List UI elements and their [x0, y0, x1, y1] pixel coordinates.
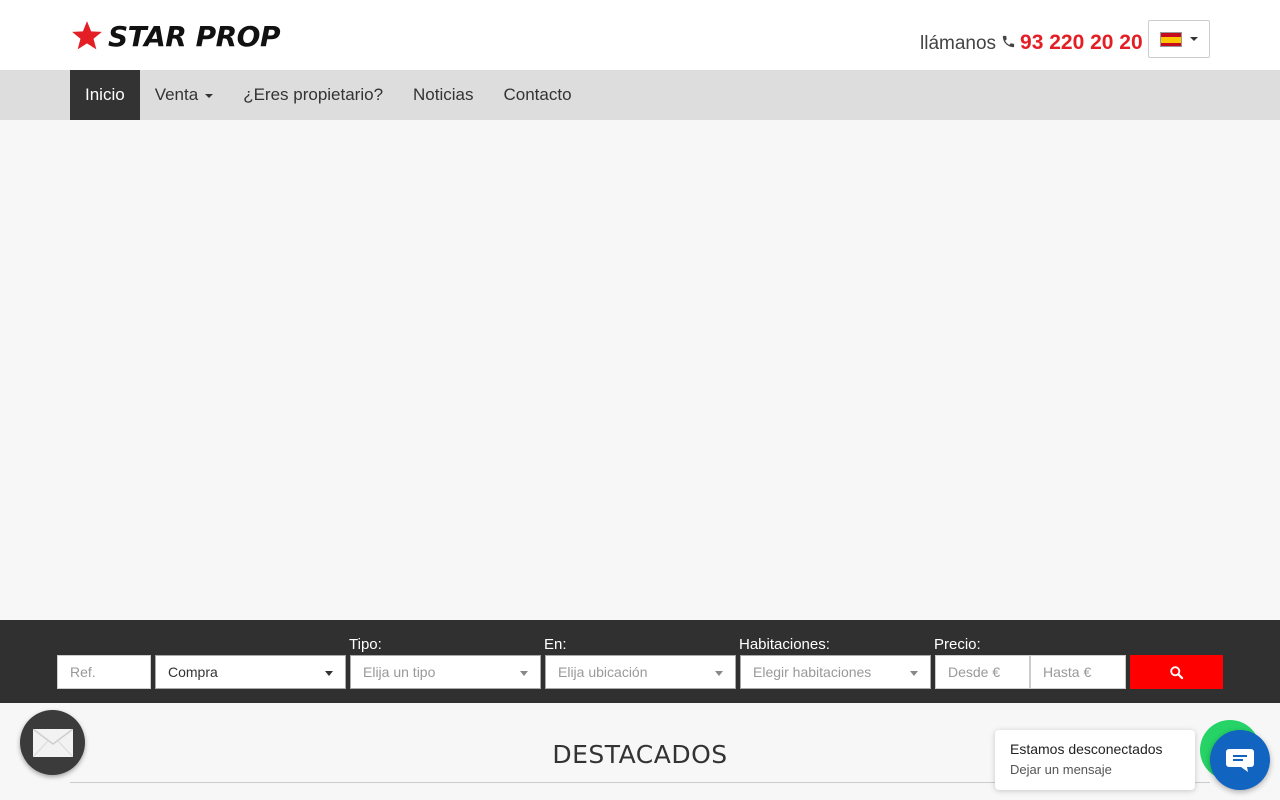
hero-area [0, 120, 1280, 620]
price-from-input[interactable]: Desde € [935, 655, 1030, 689]
chat-status: Estamos desconectados [1010, 741, 1163, 757]
operation-value: Compra [168, 664, 218, 680]
phone-icon [1002, 35, 1015, 48]
caret-down-icon [325, 671, 333, 676]
price-from-placeholder: Desde € [948, 664, 1001, 680]
precio-label: Precio: [934, 636, 981, 653]
nav-item-label: Inicio [85, 85, 125, 104]
nav-item-label: Venta [154, 85, 199, 104]
chat-popup[interactable]: Estamos desconectados Dejar un mensaje [995, 730, 1195, 790]
caret-down-icon [910, 671, 918, 676]
price-to-placeholder: Hasta € [1043, 664, 1092, 680]
logo-text: STAR PROP [108, 19, 280, 53]
site-logo[interactable]: STAR PROP [70, 18, 280, 54]
nav-item-label: Noticias [413, 85, 474, 104]
chevron-down-icon [1190, 37, 1198, 41]
rooms-select[interactable]: Elegir habitaciones [740, 655, 931, 689]
search-button[interactable] [1130, 655, 1223, 689]
call-info: llámanos 93 220 20 20 [920, 31, 1143, 55]
search-icon [1170, 665, 1184, 679]
top-header: STAR PROP llámanos 93 220 20 20 [0, 0, 1280, 70]
language-selector[interactable] [1148, 20, 1210, 58]
location-select[interactable]: Elija ubicación [545, 655, 736, 689]
contact-mail-button[interactable] [20, 710, 85, 775]
spain-flag-icon [1160, 31, 1182, 47]
operation-select[interactable]: Compra [155, 655, 346, 689]
caret-down-icon [520, 671, 528, 676]
chat-icon [1226, 749, 1254, 772]
caret-down-icon [715, 671, 723, 676]
nav-item-venta[interactable]: Venta [140, 70, 229, 120]
nav-item-label: ¿Eres propietario? [243, 85, 384, 104]
location-placeholder: Elija ubicación [558, 664, 648, 680]
nav-item-label: Contacto [503, 85, 572, 104]
chat-subtitle: Dejar un mensaje [1010, 762, 1112, 777]
call-label: llámanos [920, 33, 997, 54]
main-navbar: Inicio Venta ¿Eres propietario? Noticias… [0, 70, 1280, 120]
habitaciones-label: Habitaciones: [739, 636, 830, 653]
ref-input[interactable]: Ref. [57, 655, 151, 689]
nav-item-contacto[interactable]: Contacto [489, 70, 587, 120]
tipo-label: Tipo: [349, 636, 382, 653]
caret-down-icon [205, 94, 214, 98]
mail-icon [32, 728, 73, 757]
nav-item-noticias[interactable]: Noticias [398, 70, 488, 120]
nav-item-propietario[interactable]: ¿Eres propietario? [228, 70, 398, 120]
ref-placeholder: Ref. [70, 664, 96, 680]
chat-button[interactable] [1210, 730, 1270, 790]
phone-number[interactable]: 93 220 20 20 [1020, 31, 1143, 55]
star-icon [72, 21, 102, 50]
price-to-input[interactable]: Hasta € [1030, 655, 1126, 689]
nav-item-inicio[interactable]: Inicio [70, 70, 140, 120]
nav-menu: Inicio Venta ¿Eres propietario? Noticias… [70, 70, 587, 120]
rooms-placeholder: Elegir habitaciones [753, 664, 872, 680]
tipo-select[interactable]: Elija un tipo [350, 655, 541, 689]
tipo-placeholder: Elija un tipo [363, 664, 436, 680]
en-label: En: [544, 636, 567, 653]
property-search-bar: Ref. Compra Tipo: Elija un tipo En: Elij… [0, 620, 1280, 703]
